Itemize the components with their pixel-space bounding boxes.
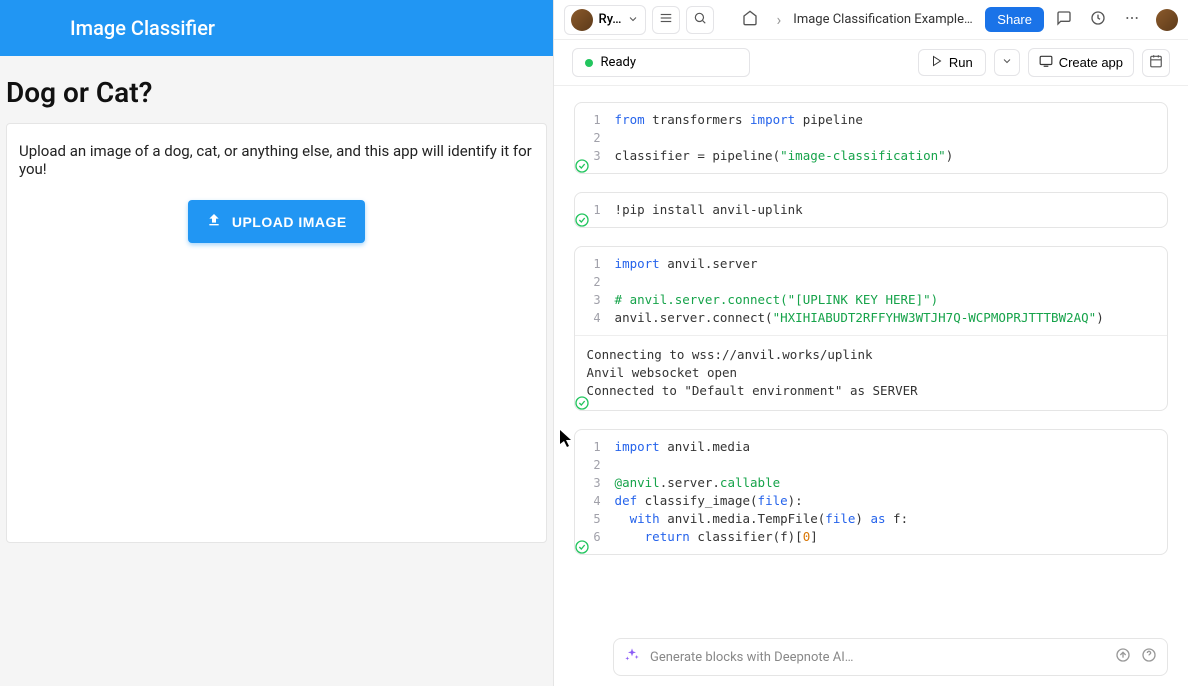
profile-avatar[interactable] bbox=[1156, 9, 1178, 31]
card-description: Upload an image of a dog, cat, or anythi… bbox=[19, 142, 534, 178]
code-content[interactable]: from transformers import pipeline classi… bbox=[575, 103, 1167, 173]
play-icon bbox=[931, 55, 943, 70]
menu-button[interactable] bbox=[652, 6, 680, 34]
breadcrumb-current[interactable]: Image Classification Example … bbox=[793, 12, 973, 27]
page-heading: Dog or Cat? bbox=[6, 76, 547, 109]
search-button[interactable] bbox=[686, 6, 714, 34]
more-icon bbox=[1124, 10, 1140, 29]
comments-button[interactable] bbox=[1050, 6, 1078, 34]
cell-success-icon bbox=[573, 538, 591, 556]
run-options-button[interactable] bbox=[994, 49, 1020, 76]
kernel-status[interactable]: Ready bbox=[572, 48, 750, 77]
help-icon[interactable] bbox=[1141, 647, 1157, 667]
schedule-button[interactable] bbox=[1142, 49, 1170, 77]
run-label: Run bbox=[949, 55, 973, 70]
home-icon bbox=[742, 10, 758, 29]
cell-output: Connecting to wss://anvil.works/uplink A… bbox=[575, 335, 1167, 410]
run-button[interactable]: Run bbox=[918, 49, 986, 76]
user-name: Ry… bbox=[599, 12, 622, 27]
line-gutter: 1 2 3 4 5 6 bbox=[587, 438, 601, 546]
breadcrumb-separator: › bbox=[776, 10, 781, 29]
history-icon bbox=[1090, 10, 1106, 29]
submit-icon[interactable] bbox=[1115, 647, 1131, 667]
upload-image-label: UPLOAD IMAGE bbox=[232, 214, 347, 230]
app-header: Image Classifier bbox=[0, 0, 553, 56]
code-content[interactable]: !pip install anvil-uplink bbox=[575, 193, 1167, 227]
app-title: Image Classifier bbox=[70, 16, 215, 40]
notebook-cells[interactable]: 1 2 3from transformers import pipeline c… bbox=[554, 86, 1188, 686]
create-app-label: Create app bbox=[1059, 55, 1123, 70]
app-body: Dog or Cat? Upload an image of a dog, ca… bbox=[0, 56, 553, 686]
cell-success-icon bbox=[573, 394, 591, 412]
history-button[interactable] bbox=[1084, 6, 1112, 34]
menu-icon bbox=[659, 11, 673, 28]
create-app-button[interactable]: Create app bbox=[1028, 48, 1134, 77]
notebook-toolbar: Ready Run Create app bbox=[554, 40, 1188, 86]
code-cell[interactable]: 1!pip install anvil-uplink bbox=[574, 192, 1168, 228]
sparkle-icon bbox=[624, 647, 640, 667]
share-button[interactable]: Share bbox=[985, 7, 1044, 32]
status-dot-icon bbox=[585, 59, 593, 67]
app-preview-pane: Image Classifier Dog or Cat? Upload an i… bbox=[0, 0, 553, 686]
kernel-status-label: Ready bbox=[601, 55, 636, 70]
ai-placeholder: Generate blocks with Deepnote AI… bbox=[650, 650, 853, 665]
user-avatar-small bbox=[571, 9, 593, 31]
calendar-icon bbox=[1149, 54, 1163, 71]
code-cell[interactable]: 1 2 3from transformers import pipeline c… bbox=[574, 102, 1168, 174]
chevron-down-icon bbox=[627, 10, 639, 29]
code-content[interactable]: import anvil.server # anvil.server.conne… bbox=[575, 247, 1167, 335]
app-icon bbox=[1039, 54, 1053, 71]
code-content[interactable]: import anvil.media @anvil.server.callabl… bbox=[575, 430, 1167, 554]
more-button[interactable] bbox=[1118, 6, 1146, 34]
top-bar: Ry… › Image Classification Example … Sha… bbox=[554, 0, 1188, 40]
search-icon bbox=[693, 11, 707, 28]
code-cell[interactable]: 1 2 3 4import anvil.server # anvil.serve… bbox=[574, 246, 1168, 411]
comment-icon bbox=[1056, 10, 1072, 29]
upload-icon bbox=[206, 212, 222, 231]
upload-image-button[interactable]: UPLOAD IMAGE bbox=[188, 200, 365, 243]
home-button[interactable] bbox=[736, 6, 764, 34]
cell-success-icon bbox=[573, 211, 591, 229]
chevron-down-icon bbox=[1001, 55, 1013, 70]
mouse-cursor-icon bbox=[560, 430, 574, 452]
line-gutter: 1 2 3 4 bbox=[587, 255, 601, 402]
code-cell[interactable]: 1 2 3 4 5 6import anvil.media @anvil.ser… bbox=[574, 429, 1168, 555]
ai-generate-bar[interactable]: Generate blocks with Deepnote AI… bbox=[613, 638, 1168, 676]
workspace-switcher[interactable]: Ry… bbox=[564, 5, 647, 35]
cell-success-icon bbox=[573, 157, 591, 175]
upload-card: Upload an image of a dog, cat, or anythi… bbox=[6, 123, 547, 543]
notebook-pane: Ry… › Image Classification Example … Sha… bbox=[553, 0, 1188, 686]
